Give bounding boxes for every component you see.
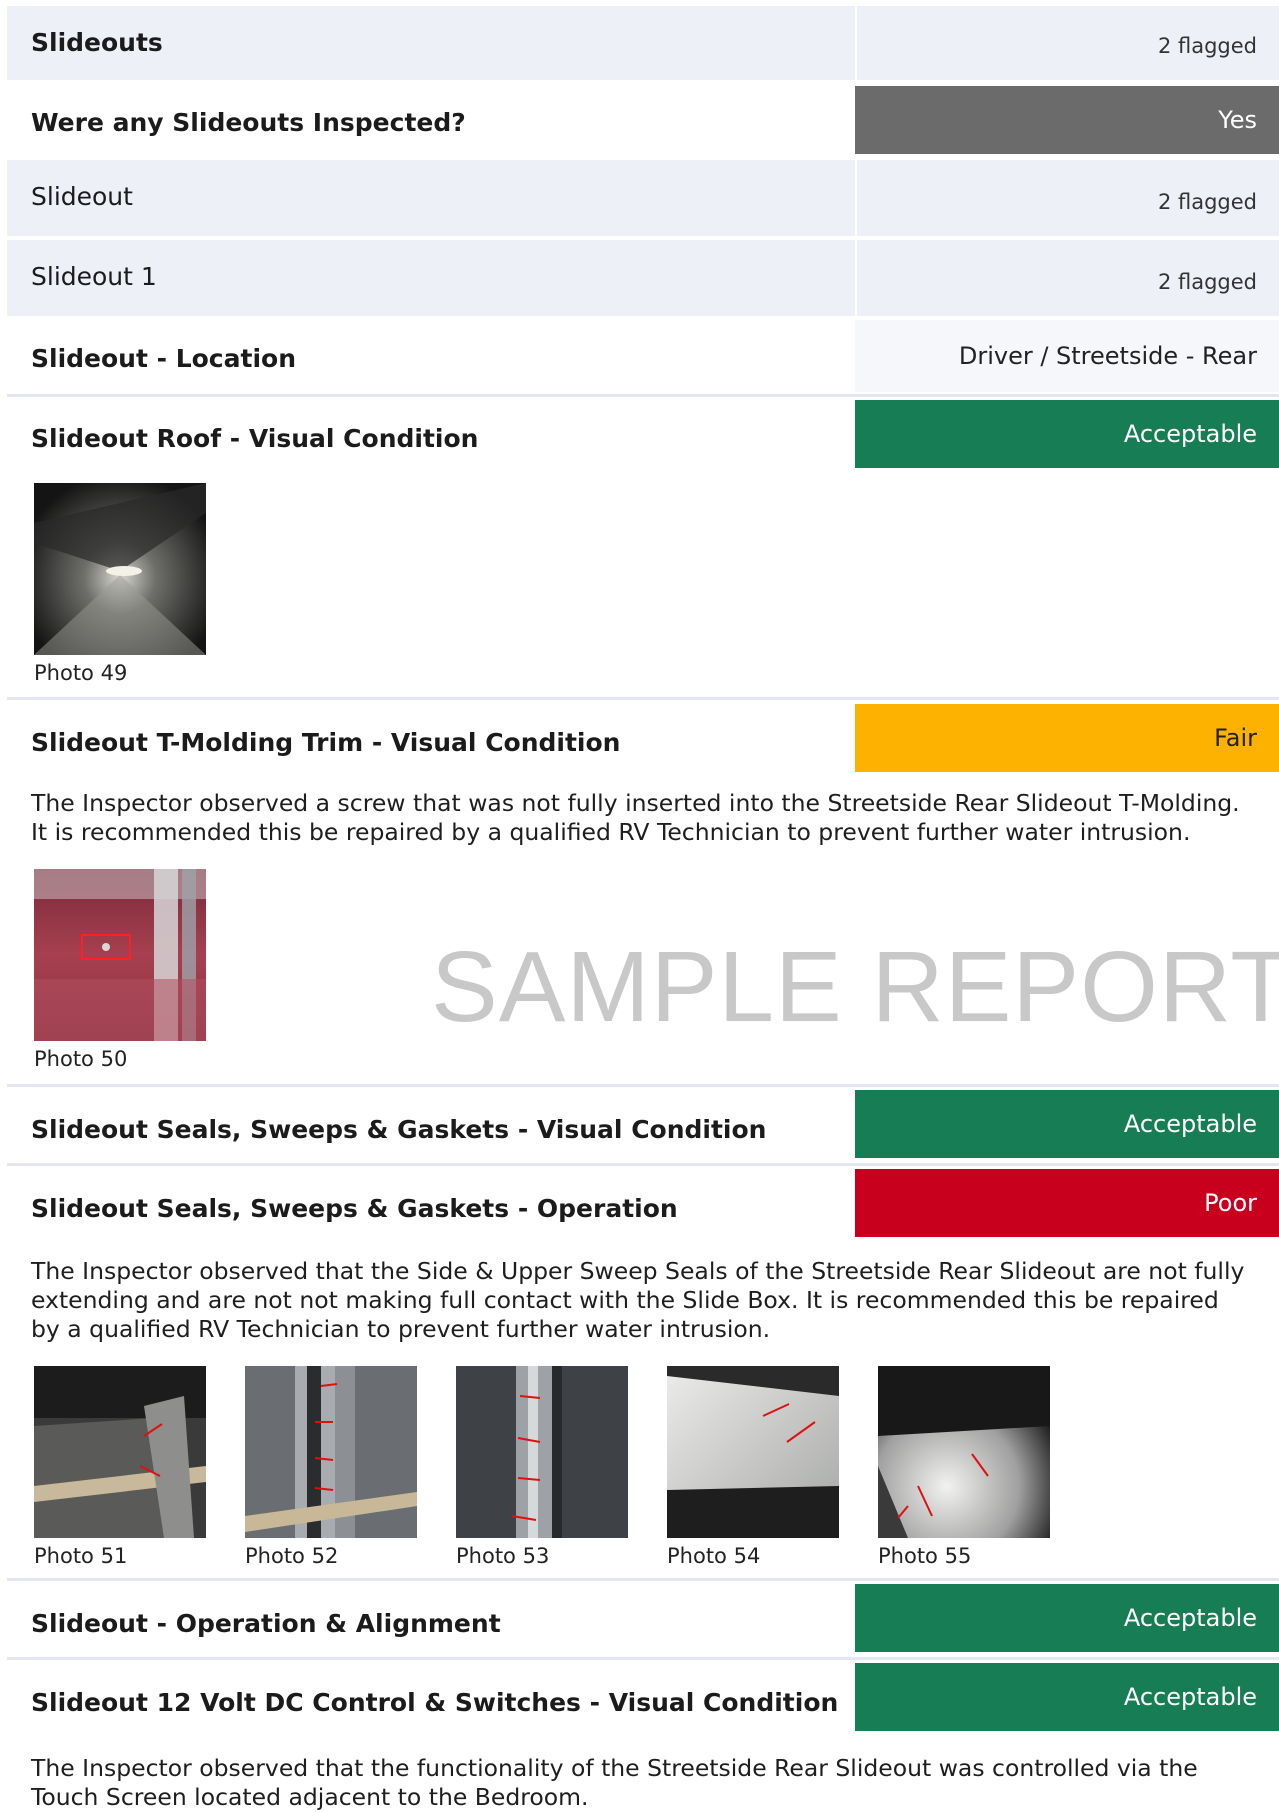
section-title: Slideouts [31,28,163,57]
section-title: Slideout [31,182,133,211]
photo-52[interactable]: Photo 52 [245,1366,417,1568]
photo-49[interactable]: Photo 49 [34,483,206,685]
flag-count: 2 flagged [1157,190,1257,214]
question-label: Slideout - Operation & Alignment [31,1609,501,1638]
answer-badge-acceptable: Acceptable [855,1584,1279,1652]
photo-thumbnail[interactable] [245,1366,417,1538]
sample-report-watermark: SAMPLE REPORT [431,931,1279,1043]
section-header-slideouts[interactable]: Slideouts 2 flagged [7,6,1279,82]
photo-caption: Photo 55 [878,1544,972,1568]
photo-thumbnail[interactable] [456,1366,628,1538]
photo-53[interactable]: Photo 53 [456,1366,628,1568]
question-row-inspected: Were any Slideouts Inspected? Yes [7,82,1279,158]
photo-54[interactable]: Photo 54 [667,1366,839,1568]
answer-badge-acceptable: Acceptable [855,1663,1279,1731]
question-row-control: Slideout 12 Volt DC Control & Switches -… [7,1660,1279,1811]
answer-badge-yes: Yes [855,86,1279,154]
question-label: Slideout Seals, Sweeps & Gaskets - Visua… [31,1115,767,1144]
question-row-roof: Slideout Roof - Visual Condition Accepta… [7,397,1279,697]
photo-51[interactable]: Photo 51 [34,1366,206,1568]
question-row-seals-visual: Slideout Seals, Sweeps & Gaskets - Visua… [7,1087,1279,1163]
question-row-operation: Slideout - Operation & Alignment Accepta… [7,1581,1279,1657]
inspector-note: The Inspector observed a screw that was … [31,789,1240,846]
section-flag-cell: 2 flagged [855,240,1279,316]
photo-thumbnail[interactable] [34,869,206,1041]
answer-badge-acceptable: Acceptable [855,1090,1279,1158]
photo-thumbnail[interactable] [34,483,206,655]
question-label: Slideout - Location [31,344,296,373]
answer-badge-acceptable: Acceptable [855,400,1279,468]
answer-badge-poor: Poor [855,1169,1279,1237]
question-label: Slideout T-Molding Trim - Visual Conditi… [31,728,621,757]
section-header-slideout-1[interactable]: Slideout 1 2 flagged [7,240,1279,318]
answer-badge-fair: Fair [855,704,1279,772]
section-header-slideout[interactable]: Slideout 2 flagged [7,160,1279,238]
question-label: Slideout Seals, Sweeps & Gaskets - Opera… [31,1194,678,1223]
question-row-location: Slideout - Location Driver / Streetside … [7,318,1279,394]
photo-55[interactable]: Photo 55 [878,1366,1050,1568]
photo-thumbnail[interactable] [667,1366,839,1538]
photo-caption: Photo 53 [456,1544,550,1568]
question-label: Were any Slideouts Inspected? [31,108,466,137]
section-flag-cell: 2 flagged [855,6,1279,80]
photo-caption: Photo 52 [245,1544,339,1568]
photo-50[interactable]: Photo 50 [34,869,206,1071]
section-title: Slideout 1 [31,262,157,291]
photo-caption: Photo 49 [34,661,128,685]
photo-caption: Photo 54 [667,1544,761,1568]
question-label: Slideout Roof - Visual Condition [31,424,479,453]
section-flag-cell: 2 flagged [855,160,1279,236]
photo-thumbnail[interactable] [34,1366,206,1538]
inspector-note: The Inspector observed that the Side & U… [31,1257,1245,1343]
photo-caption: Photo 51 [34,1544,128,1568]
photo-thumbnail[interactable] [878,1366,1050,1538]
flag-count: 2 flagged [1157,34,1257,58]
question-row-seals-operation: Slideout Seals, Sweeps & Gaskets - Opera… [7,1166,1279,1578]
answer-text: Driver / Streetside - Rear [855,320,1279,392]
flag-count: 2 flagged [1157,270,1257,294]
photo-caption: Photo 50 [34,1047,128,1071]
inspector-note: The Inspector observed that the function… [31,1754,1198,1811]
question-label: Slideout 12 Volt DC Control & Switches -… [31,1688,839,1717]
